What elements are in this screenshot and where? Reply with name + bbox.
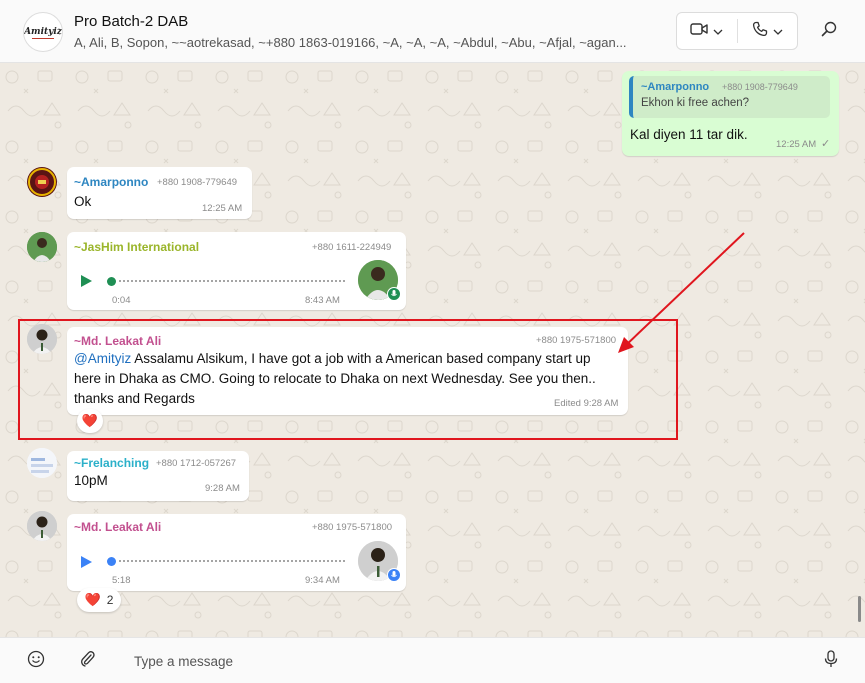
message-time: 12:25 AM: [202, 203, 243, 214]
message-text: Ok: [74, 194, 92, 209]
avatar-amarponno[interactable]: [27, 167, 57, 197]
playback-position-handle[interactable]: [107, 557, 116, 566]
avatar-leakat-ali[interactable]: [27, 511, 57, 541]
quoted-message[interactable]: ~Amarponno +880 1908-779649 Ekhon ki fre…: [629, 76, 830, 118]
chevron-down-icon: [713, 22, 723, 40]
voice-message-bubble[interactable]: ~Md. Leakat Ali +880 1975-571800 5:18 9:…: [67, 514, 406, 591]
video-camera-icon: [690, 22, 708, 41]
mic-icon: [387, 568, 401, 582]
quoted-text: Ekhon ki free achen?: [641, 97, 750, 109]
search-icon: [821, 21, 837, 42]
call-buttons: [676, 12, 798, 50]
message-text: Kal diyen 11 tar dik.: [630, 127, 748, 142]
message-time: 8:43 AM: [305, 295, 340, 306]
quoted-sender: ~Amarponno: [641, 81, 710, 93]
message-composer: [0, 637, 865, 683]
chevron-down-icon: [773, 22, 783, 40]
message-time: 9:28 AM: [205, 483, 240, 494]
emoji-button[interactable]: [23, 648, 49, 674]
voice-waveform[interactable]: [119, 560, 345, 562]
video-call-button[interactable]: [677, 13, 737, 49]
annotation-arrow: [618, 232, 745, 353]
sender-phone: +880 1975-571800: [312, 522, 393, 533]
group-avatar[interactable]: Amityiz: [23, 12, 63, 52]
attach-button[interactable]: [75, 648, 101, 674]
play-icon: [81, 275, 92, 287]
sender-name[interactable]: ~Amarponno: [74, 175, 148, 189]
heart-icon: ❤️: [84, 592, 101, 607]
microphone-icon: [824, 649, 838, 673]
message-bubble[interactable]: ~Frelanching +880 1712-057267 10pM 9:28 …: [67, 451, 249, 501]
search-button[interactable]: [816, 18, 842, 44]
group-title[interactable]: Pro Batch-2 DAB: [74, 13, 188, 30]
reaction-count: 2: [106, 593, 114, 607]
read-check-icon: ✓: [821, 138, 831, 150]
message-text: 10pM: [74, 473, 108, 488]
outgoing-message[interactable]: ~Amarponno +880 1908-779649 Ekhon ki fre…: [622, 71, 839, 156]
avatar-frelanching[interactable]: [27, 448, 57, 478]
voice-record-button[interactable]: [818, 648, 844, 674]
sender-phone: +880 1712-057267: [156, 458, 237, 469]
avatar-jashim[interactable]: [27, 232, 57, 262]
logo-underline: [32, 38, 54, 39]
message-time: 12:25 AM: [776, 139, 817, 150]
voice-waveform[interactable]: [119, 280, 345, 282]
sender-phone: +880 1908-779649: [157, 177, 238, 188]
group-logo-text: Amityiz: [24, 27, 62, 37]
voice-message-bubble[interactable]: ~JasHim International +880 1611-224949 0…: [67, 232, 406, 310]
sender-name[interactable]: ~Frelanching: [74, 456, 149, 470]
message-time: 9:34 AM: [305, 575, 340, 586]
play-button[interactable]: [79, 555, 93, 574]
sender-name[interactable]: ~JasHim International: [74, 240, 199, 254]
sender-phone: +880 1611-224949: [312, 242, 392, 253]
chat-area[interactable]: ~Amarponno +880 1908-779649 Ekhon ki fre…: [0, 63, 865, 637]
quoted-phone: +880 1908-779649: [722, 82, 798, 92]
scrollbar-thumb[interactable]: [858, 596, 861, 622]
play-button[interactable]: [79, 274, 93, 293]
voice-duration: 0:04: [112, 295, 131, 306]
paperclip-icon: [80, 650, 96, 673]
playback-position-handle[interactable]: [107, 277, 116, 286]
voice-call-button[interactable]: [738, 13, 798, 49]
reaction-pill[interactable]: ❤️ 2: [77, 588, 121, 612]
play-icon: [81, 556, 92, 568]
chat-header: Amityiz Pro Batch-2 DAB A, Ali, B, Sopon…: [0, 0, 865, 63]
voice-duration: 5:18: [112, 575, 131, 586]
message-input[interactable]: [124, 646, 804, 676]
mic-icon: [387, 287, 401, 301]
message-bubble[interactable]: ~Amarponno +880 1908-779649 Ok 12:25 AM: [67, 167, 252, 219]
smiley-icon: [27, 650, 45, 673]
group-members[interactable]: A, Ali, B, Sopon, ~~aotrekasad, ~+880 18…: [74, 35, 669, 50]
sender-name[interactable]: ~Md. Leakat Ali: [74, 520, 161, 534]
annotation-highlight-box: [18, 319, 678, 440]
phone-icon: [752, 21, 768, 42]
